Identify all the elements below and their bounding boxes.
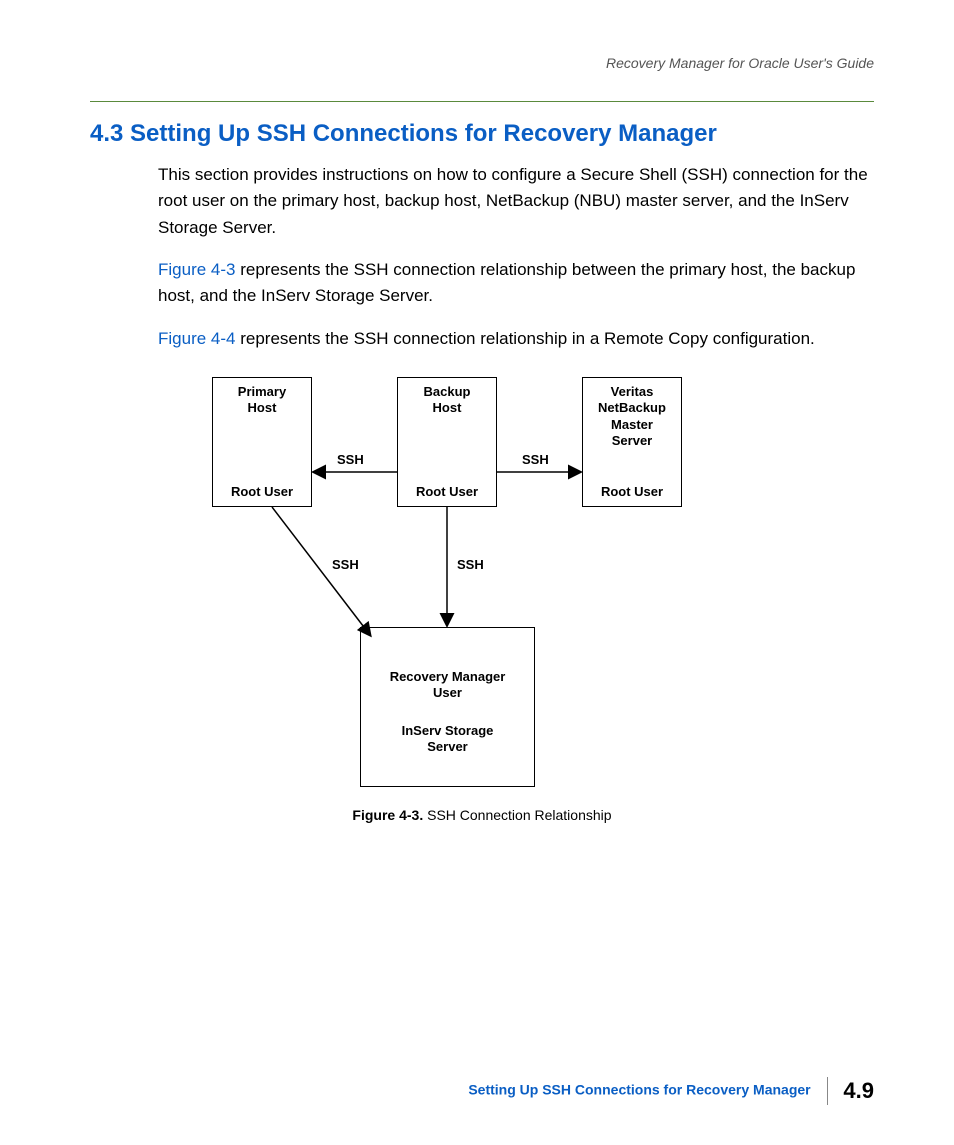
diagram-box-inserv-bottom: InServ StorageServer <box>365 723 530 756</box>
running-head: Recovery Manager for Oracle User's Guide <box>90 55 874 71</box>
footer-section-title: Setting Up SSH Connections for Recovery … <box>468 1082 810 1098</box>
figure-caption: Figure 4-3. SSH Connection Relationship <box>90 807 874 823</box>
diagram-box-inserv: Recovery ManagerUser InServ StorageServe… <box>360 627 535 787</box>
figure-caption-text: SSH Connection Relationship <box>423 807 611 823</box>
section-number: 4.3 <box>90 120 123 147</box>
diagram-box-primary-bottom: Root User <box>217 484 307 500</box>
diagram-label-ssh-down: SSH <box>457 557 484 572</box>
diagram-box-backup-top: BackupHost <box>402 384 492 417</box>
diagram-label-ssh-right: SSH <box>522 452 549 467</box>
diagram-box-primary-host: PrimaryHost Root User <box>212 377 312 507</box>
body-text: This section provides instructions on ho… <box>158 162 874 352</box>
diagram-box-backup-bottom: Root User <box>402 484 492 500</box>
paragraph-fig43: Figure 4-3 represents the SSH connection… <box>158 257 874 310</box>
paragraph-fig44: Figure 4-4 represents the SSH connection… <box>158 326 874 352</box>
xref-figure-4-3[interactable]: Figure 4-3 <box>158 260 235 279</box>
top-rule <box>90 101 874 102</box>
section-title: Setting Up SSH Connections for Recovery … <box>130 120 717 147</box>
diagram-box-primary-top: PrimaryHost <box>217 384 307 417</box>
figure-caption-label: Figure 4-3. <box>352 807 423 823</box>
xref-figure-4-4[interactable]: Figure 4-4 <box>158 329 235 348</box>
footer-divider <box>827 1077 828 1105</box>
paragraph-intro: This section provides instructions on ho… <box>158 162 874 241</box>
diagram-box-inserv-top: Recovery ManagerUser <box>365 669 530 702</box>
diagram-label-ssh-left: SSH <box>337 452 364 467</box>
footer-page-number: 4.9 <box>843 1078 874 1103</box>
diagram-box-netbackup-top: VeritasNetBackupMasterServer <box>587 384 677 449</box>
diagram-label-ssh-diag: SSH <box>332 557 359 572</box>
paragraph-fig44-rest: represents the SSH connection relationsh… <box>235 329 814 348</box>
section-heading: 4.3 Setting Up SSH Connections for Recov… <box>90 120 874 148</box>
paragraph-fig43-rest: represents the SSH connection relationsh… <box>158 260 855 305</box>
page: Recovery Manager for Oracle User's Guide… <box>0 0 954 1145</box>
diagram-box-netbackup: VeritasNetBackupMasterServer Root User <box>582 377 682 507</box>
page-footer: Setting Up SSH Connections for Recovery … <box>468 1077 874 1105</box>
diagram-box-backup-host: BackupHost Root User <box>397 377 497 507</box>
diagram-box-netbackup-bottom: Root User <box>587 484 677 500</box>
diagram-ssh-relationship: PrimaryHost Root User BackupHost Root Us… <box>212 377 752 797</box>
